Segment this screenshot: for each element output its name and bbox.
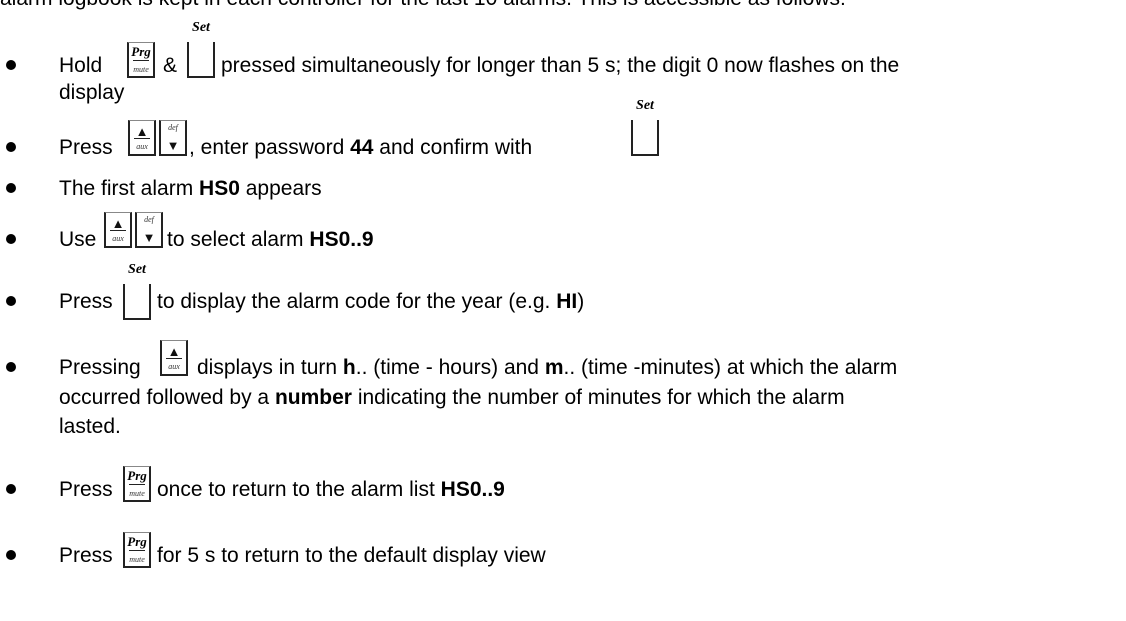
step-text: Hold	[59, 54, 103, 77]
step-text: to display the alarm code for the year (…	[157, 290, 585, 313]
step-text: to select alarm HS0..9	[167, 228, 374, 251]
step-text: , enter password 44 and confirm with	[189, 136, 533, 159]
up-aux-key-icon: ▲ aux	[104, 212, 132, 248]
up-aux-key-icon: ▲ aux	[160, 340, 188, 376]
set-key-icon: Set	[123, 262, 151, 320]
bullet-icon	[6, 362, 16, 372]
step-text: displays in turn h.. (time - hours) and …	[197, 356, 898, 379]
bullet-icon	[6, 484, 16, 494]
step-text: Press	[59, 290, 113, 313]
step-text: display	[59, 81, 125, 104]
bullet-icon	[6, 296, 16, 306]
step-text: Use	[59, 228, 97, 251]
bullet-icon	[6, 183, 16, 193]
step-text: Press	[59, 544, 113, 567]
bullet-icon	[6, 142, 16, 152]
prg-mute-key-icon: Prg mute	[123, 532, 151, 568]
set-key-icon: Set	[631, 98, 659, 156]
intro-text: alarm logbook is kept in each controller…	[0, 0, 846, 11]
step-text: once to return to the alarm list HS0..9	[157, 478, 505, 501]
prg-mute-key-icon: Prg mute	[127, 42, 155, 78]
bullet-icon	[6, 550, 16, 560]
bullet-icon	[6, 234, 16, 244]
step-text: &	[163, 54, 178, 77]
step-text: pressed simultaneously for longer than 5…	[221, 54, 900, 77]
prg-mute-key-icon: Prg mute	[123, 466, 151, 502]
down-def-key-icon: def ▼	[135, 212, 163, 248]
down-def-key-icon: def ▼	[159, 120, 187, 156]
step-text: Press	[59, 478, 113, 501]
step-text: occurred followed by a number indicating…	[59, 386, 845, 409]
step-text: Pressing	[59, 356, 141, 379]
step-text: Press	[59, 136, 113, 159]
step-text: for 5 s to return to the default display…	[157, 544, 546, 567]
up-aux-key-icon: ▲ aux	[128, 120, 156, 156]
step-text: The first alarm HS0 appears	[59, 177, 322, 200]
bullet-icon	[6, 60, 16, 70]
step-text: lasted.	[59, 415, 121, 438]
set-key-icon: Set	[187, 20, 215, 78]
